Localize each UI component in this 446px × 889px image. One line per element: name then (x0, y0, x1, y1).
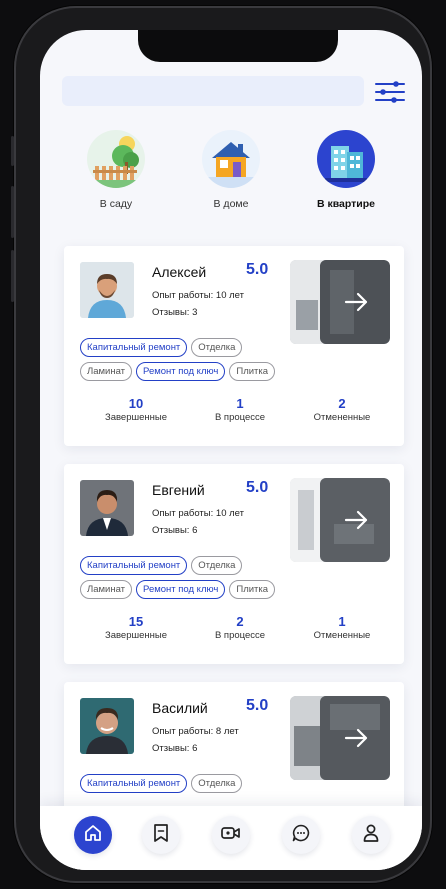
experience-value: 10 лет (215, 508, 244, 519)
specialist-card[interactable]: Алексей 5.0 Опыт работы: 10 лет Отзывы: … (64, 246, 404, 446)
avatar (80, 698, 134, 754)
specialist-name: Евгений (152, 482, 205, 498)
skill-tag[interactable]: Ремонт под ключ (136, 580, 226, 599)
skill-tag[interactable]: Плитка (229, 580, 276, 599)
order-stats: 10 Завершенные 1 В процессе 2 Отмененные (64, 396, 404, 430)
garden-icon (87, 130, 145, 188)
skill-tag[interactable]: Отделка (191, 774, 243, 793)
reviews-value: 6 (192, 743, 198, 754)
skill-tag[interactable]: Капитальный ремонт (80, 774, 188, 793)
reviews-label: Отзывы: (152, 307, 190, 318)
skill-tags: Капитальный ремонт Отделка Ламинат Ремон… (80, 338, 320, 386)
specialist-rating: 5.0 (246, 261, 269, 278)
volume-down-button (11, 250, 14, 302)
bookmark-icon (152, 823, 170, 848)
reviews-value: 6 (192, 525, 198, 536)
video-call-icon (220, 824, 242, 847)
nav-home[interactable] (74, 816, 112, 854)
nav-profile[interactable] (352, 816, 390, 854)
stat-completed: 10 Завершенные (104, 396, 168, 423)
apartment-building-icon (317, 130, 375, 188)
portfolio-photo[interactable] (290, 260, 390, 344)
experience-label: Опыт работы: (152, 290, 214, 301)
nav-chat[interactable] (282, 816, 320, 854)
experience-line: Опыт работы: 10 лет (152, 508, 244, 519)
app-screen: В саду В доме В квартире Алексей 5.0 Опы… (40, 30, 422, 870)
experience-label: Опыт работы: (152, 726, 214, 737)
avatar (80, 480, 134, 536)
search-input[interactable] (62, 76, 364, 106)
experience-label: Опыт работы: (152, 508, 214, 519)
volume-up-button (11, 186, 14, 238)
specialist-card[interactable]: Евгений 5.0 Опыт работы: 10 лет Отзывы: … (64, 464, 404, 664)
reviews-label: Отзывы: (152, 743, 190, 754)
profile-icon (362, 823, 380, 848)
mute-switch (11, 136, 14, 166)
skill-tag[interactable]: Капитальный ремонт (80, 556, 188, 575)
portfolio-photo[interactable] (290, 478, 390, 562)
skill-tag[interactable]: Отделка (191, 338, 243, 357)
stat-cancelled: 1 Отмененные (313, 614, 371, 641)
skill-tag[interactable]: Плитка (229, 362, 276, 381)
specialist-name: Алексей (152, 264, 207, 280)
skill-tag[interactable]: Отделка (191, 556, 243, 575)
avatar (80, 262, 134, 318)
category-apartment[interactable]: В квартире (296, 130, 396, 210)
category-garden[interactable]: В саду (66, 130, 166, 210)
chat-icon (291, 823, 311, 848)
stat-completed: 15 Завершенные (104, 614, 168, 641)
skill-tags: Капитальный ремонт Отделка (80, 774, 320, 798)
nav-saved[interactable] (142, 816, 180, 854)
skill-tag[interactable]: Ламинат (80, 580, 133, 599)
category-selector: В саду В доме В квартире (40, 130, 422, 220)
experience-line: Опыт работы: 10 лет (152, 290, 244, 301)
reviews-value: 3 (192, 307, 198, 318)
reviews-line: Отзывы: 3 (152, 307, 197, 318)
notch (138, 30, 338, 62)
skill-tag[interactable]: Капитальный ремонт (80, 338, 188, 357)
house-icon (202, 130, 260, 188)
experience-value: 8 лет (215, 726, 239, 737)
experience-value: 10 лет (215, 290, 244, 301)
skill-tag[interactable]: Ламинат (80, 362, 133, 381)
stat-in-progress: 1 В процессе (214, 396, 266, 423)
skill-tag[interactable]: Ремонт под ключ (136, 362, 226, 381)
experience-line: Опыт работы: 8 лет (152, 726, 239, 737)
category-label: В саду (99, 198, 133, 210)
reviews-line: Отзывы: 6 (152, 525, 197, 536)
skill-tags: Капитальный ремонт Отделка Ламинат Ремон… (80, 556, 320, 604)
portfolio-photo[interactable] (290, 696, 390, 780)
order-stats: 15 Завершенные 2 В процессе 1 Отмененные (64, 614, 404, 648)
category-label: В квартире (316, 198, 376, 210)
reviews-line: Отзывы: 6 (152, 743, 197, 754)
specialist-rating: 5.0 (246, 697, 269, 714)
stat-in-progress: 2 В процессе (214, 614, 266, 641)
specialist-name: Василий (152, 700, 208, 716)
nav-video[interactable] (212, 816, 250, 854)
stat-cancelled: 2 Отмененные (313, 396, 371, 423)
home-icon (83, 823, 103, 848)
specialist-rating: 5.0 (246, 479, 269, 496)
reviews-label: Отзывы: (152, 525, 190, 536)
category-house[interactable]: В доме (181, 130, 281, 210)
category-label: В доме (213, 198, 249, 210)
filter-sliders-icon[interactable] (374, 80, 406, 104)
bottom-navigation (40, 806, 422, 870)
